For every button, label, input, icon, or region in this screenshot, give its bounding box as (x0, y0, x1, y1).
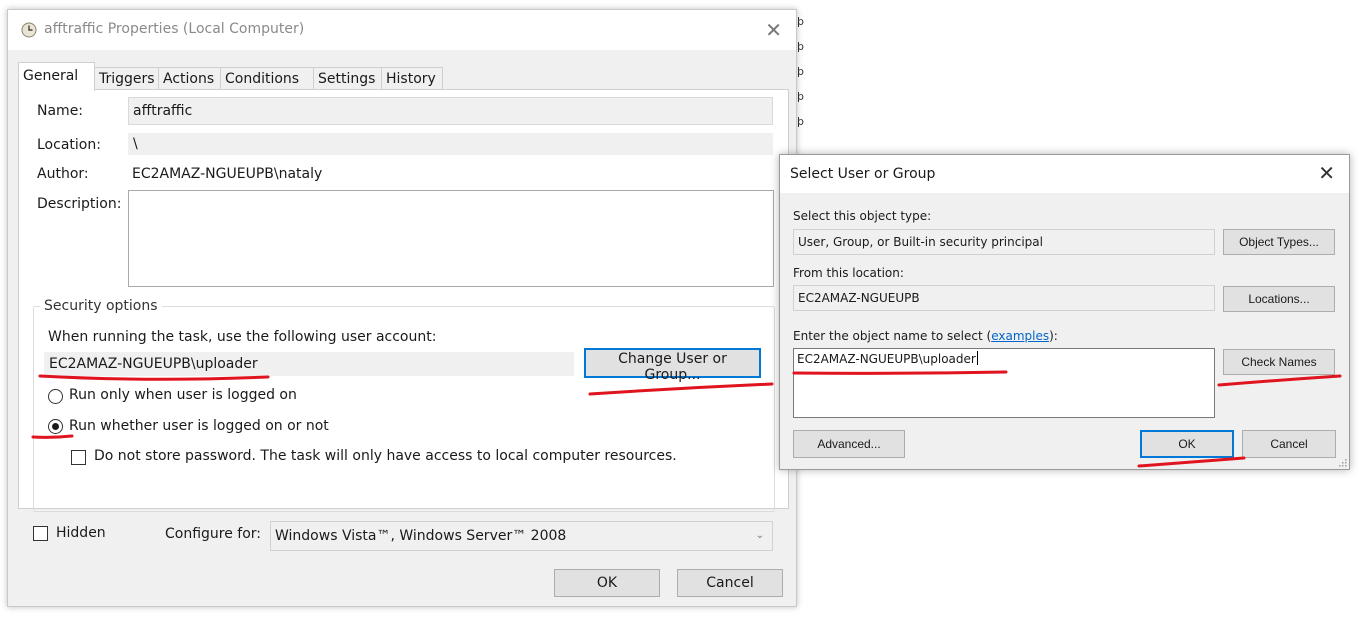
cancel-button[interactable]: Cancel (1242, 430, 1336, 458)
background-text-fragment: þ (797, 40, 804, 53)
task-properties-dialog: afftraffic Properties (Local Computer) ✕… (7, 9, 797, 607)
author-label: Author: (37, 166, 89, 182)
name-field[interactable]: afftraffic (128, 97, 773, 125)
advanced-button[interactable]: Advanced... (793, 430, 905, 458)
tab-conditions[interactable]: Conditions (220, 67, 314, 90)
account-prompt: When running the task, use the following… (48, 329, 437, 345)
clock-icon (21, 22, 37, 38)
change-user-group-button[interactable]: Change User or Group... (584, 348, 761, 383)
background-text-fragment: þ (797, 115, 804, 128)
text-cursor (976, 351, 978, 365)
enter-object-name-prefix: Enter the object name to select ( (793, 329, 992, 343)
cancel-button[interactable]: Cancel (677, 569, 783, 597)
enter-object-name-label: Enter the object name to select (example… (793, 329, 1058, 343)
background-text-fragment: þ (797, 65, 804, 78)
configure-for-label: Configure for: (165, 526, 262, 542)
run-only-logged-on-label[interactable]: Run only when user is logged on (69, 387, 297, 403)
chevron-down-icon: ⌄ (755, 530, 764, 541)
ok-button[interactable]: OK (1140, 430, 1234, 458)
tab-settings[interactable]: Settings (313, 67, 382, 90)
location-label: From this location: (793, 266, 904, 280)
hidden-checkbox[interactable] (33, 526, 48, 541)
description-textarea[interactable] (128, 190, 774, 287)
tab-triggers[interactable]: Triggers (94, 67, 159, 90)
author-value: EC2AMAZ-NGUEUPB\nataly (132, 166, 323, 182)
name-label: Name: (37, 103, 84, 119)
object-type-label: Select this object type: (793, 209, 932, 223)
configure-for-value: Windows Vista™, Windows Server™ 2008 (275, 528, 567, 544)
do-not-store-password-checkbox[interactable] (71, 450, 86, 465)
close-icon[interactable]: ✕ (1318, 161, 1335, 185)
background-window (797, 0, 857, 154)
object-types-button[interactable]: Object Types... (1223, 229, 1335, 255)
ok-button[interactable]: OK (554, 569, 660, 597)
location-label: Location: (37, 137, 101, 153)
run-whether-logged-on-label[interactable]: Run whether user is logged on or not (69, 418, 329, 434)
background-text-fragment: þ (797, 90, 804, 103)
object-type-field: User, Group, or Built-in security princi… (793, 229, 1215, 255)
location-field: EC2AMAZ-NGUEUPB (793, 285, 1215, 311)
select-user-group-dialog: Select User or Group ✕ Select this objec… (779, 154, 1350, 470)
run-whether-logged-on-radio[interactable] (48, 419, 63, 434)
hidden-label[interactable]: Hidden (56, 525, 106, 541)
background-text-fragment: þ (797, 15, 804, 28)
do-not-store-password-label[interactable]: Do not store password. The task will onl… (94, 448, 677, 464)
general-tab-panel: Name: afftraffic Location: \ Author: EC2… (18, 89, 789, 512)
object-name-value: EC2AMAZ-NGUEUPB\uploader (797, 352, 976, 366)
location-field: \ (128, 133, 773, 155)
close-icon[interactable]: ✕ (765, 18, 782, 42)
tab-general[interactable]: General (18, 62, 95, 91)
resize-grip-icon[interactable] (1337, 457, 1347, 467)
title-bar: Select User or Group ✕ (780, 155, 1349, 193)
check-names-button[interactable]: Check Names (1223, 349, 1335, 375)
title-bar: afftraffic Properties (Local Computer) ✕ (8, 10, 796, 50)
tab-actions[interactable]: Actions (158, 67, 221, 90)
user-account-field: EC2AMAZ-NGUEUPB\uploader (44, 352, 574, 376)
dialog-title: afftraffic Properties (Local Computer) (44, 21, 305, 37)
description-label: Description: (37, 196, 122, 212)
dialog-title: Select User or Group (790, 166, 936, 182)
examples-link[interactable]: examples (991, 329, 1049, 343)
enter-object-name-suffix: ): (1049, 329, 1058, 343)
run-only-logged-on-radio[interactable] (48, 389, 63, 404)
object-name-input[interactable]: EC2AMAZ-NGUEUPB\uploader (793, 348, 1215, 418)
locations-button[interactable]: Locations... (1223, 286, 1335, 312)
tab-history[interactable]: History (381, 67, 443, 90)
configure-for-combo[interactable]: Windows Vista™, Windows Server™ 2008 ⌄ (270, 521, 773, 551)
security-options-title: Security options (40, 298, 162, 314)
